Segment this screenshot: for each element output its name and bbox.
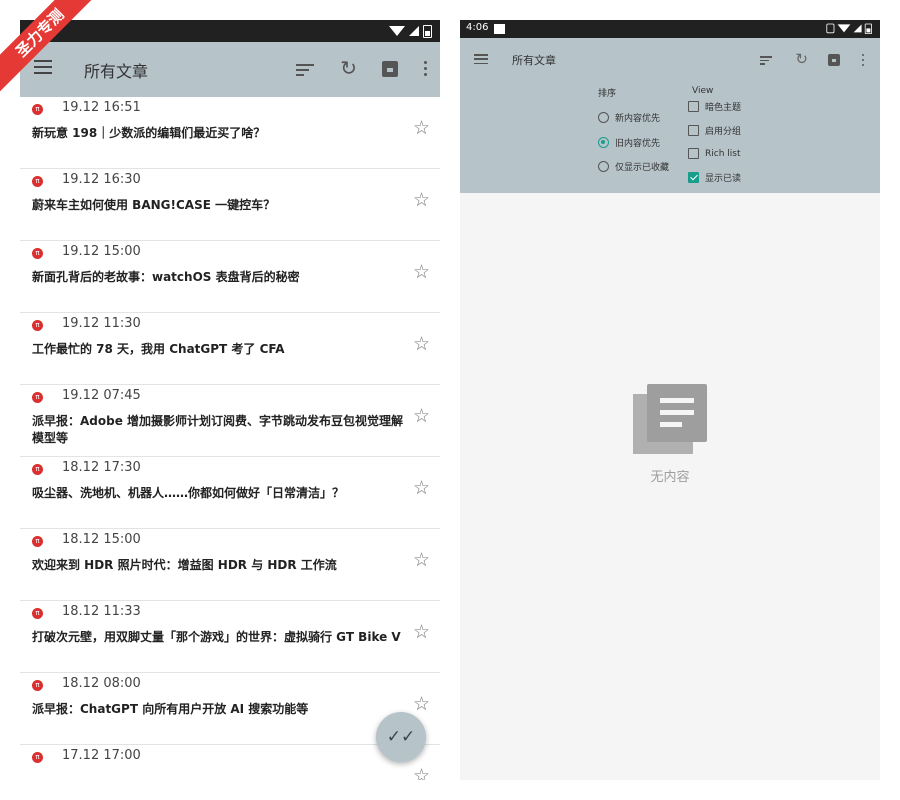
app-bar: 所有文章 ↻ (460, 38, 880, 83)
status-bar: 4:06 (460, 20, 880, 38)
view-header: View (692, 86, 714, 96)
wifi-icon (837, 24, 851, 33)
source-logo-icon: π (32, 320, 43, 331)
more-options-icon[interactable] (422, 61, 428, 76)
battery-icon (864, 23, 872, 34)
star-icon[interactable]: ☆ (413, 477, 430, 499)
source-logo-icon: π (32, 176, 43, 187)
sort-option-starred-only[interactable]: 仅显示已收藏 (598, 160, 669, 173)
list-item[interactable]: π 19.12 07:45 派早报：Adobe 增加摄影师计划订阅费、字节跳动发… (20, 385, 440, 457)
more-options-icon[interactable] (860, 54, 866, 66)
menu-icon[interactable] (34, 60, 52, 74)
archive-icon[interactable] (382, 61, 398, 77)
radio-button[interactable] (598, 112, 609, 123)
list-item[interactable]: π 18.12 17:30 吸尘器、洗地机、机器人……你都如何做好「日常清洁」？… (20, 457, 440, 529)
view-option-dark-theme[interactable]: 暗色主题 (688, 100, 741, 113)
refresh-icon[interactable]: ↻ (795, 50, 808, 68)
list-item[interactable]: π 18.12 11:33 打破次元壁，用双脚丈量「那个游戏」的世界：虚拟骑行 … (20, 601, 440, 673)
star-icon[interactable]: ☆ (413, 333, 430, 355)
view-option-show-read[interactable]: 显示已读 (688, 171, 741, 184)
notification-icon (494, 24, 505, 34)
wifi-icon (389, 26, 405, 36)
checkbox[interactable] (688, 101, 699, 112)
list-item[interactable]: π 18.12 15:00 欢迎来到 HDR 照片时代：增益图 HDR 与 HD… (20, 529, 440, 601)
star-icon[interactable]: ☆ (413, 405, 430, 427)
left-screen: 所有文章 ↻ π 19.12 16:51 新玩意 198｜少数派的编辑们最近买了… (20, 20, 440, 780)
source-logo-icon: π (32, 752, 43, 763)
mark-all-read-button[interactable]: ✓✓ (376, 712, 426, 762)
star-icon[interactable]: ☆ (413, 189, 430, 211)
article-title: 打破次元壁，用双脚丈量「那个游戏」的世界：虚拟骑行 GT Bike V (32, 630, 401, 644)
star-icon[interactable]: ☆ (413, 621, 430, 643)
article-title: 工作最忙的 78 天，我用 ChatGPT 考了 CFA (32, 342, 285, 356)
star-icon[interactable]: ☆ (413, 549, 430, 571)
star-icon[interactable]: ☆ (413, 261, 430, 283)
sort-icon[interactable] (296, 64, 314, 76)
filter-panel: 排序 View 新内容优先 旧内容优先 仅显示已收藏 暗色主题 启用分组 Ric… (460, 83, 880, 193)
star-icon[interactable]: ☆ (413, 693, 430, 715)
article-time: 19.12 11:30 (62, 316, 141, 331)
article-time: 18.12 08:00 (62, 676, 141, 691)
article-time: 19.12 15:00 (62, 244, 141, 259)
vibrate-icon (826, 23, 835, 34)
archive-icon[interactable] (828, 54, 840, 66)
star-icon[interactable]: ☆ (413, 765, 430, 780)
sort-icon[interactable] (760, 56, 772, 65)
source-logo-icon: π (32, 248, 43, 259)
source-logo-icon: π (32, 104, 43, 115)
article-title: 新玩意 198｜少数派的编辑们最近买了啥？ (32, 126, 266, 140)
source-logo-icon: π (32, 608, 43, 619)
star-icon[interactable]: ☆ (413, 117, 430, 139)
refresh-icon[interactable]: ↻ (340, 56, 357, 80)
list-item[interactable]: π 19.12 16:30 蔚来车主如何使用 BANG!CASE 一键控车？ ☆ (20, 169, 440, 241)
checkbox[interactable] (688, 148, 699, 159)
article-time: 19.12 07:45 (62, 388, 141, 403)
article-title: 新面孔背后的老故事：watchOS 表盘背后的秘密 (32, 270, 300, 284)
article-time: 19.12 16:30 (62, 172, 141, 187)
page-title: 所有文章 (512, 54, 556, 67)
double-check-icon: ✓✓ (386, 727, 416, 747)
article-time: 19.12 16:51 (62, 100, 141, 115)
sort-option-newest[interactable]: 新内容优先 (598, 111, 660, 124)
status-bar (20, 20, 440, 42)
list-item[interactable]: π 19.12 11:30 工作最忙的 78 天，我用 ChatGPT 考了 C… (20, 313, 440, 385)
checkbox-checked[interactable] (688, 172, 699, 183)
signal-icon (853, 24, 862, 33)
empty-state-text: 无内容 (650, 470, 690, 485)
list-item[interactable]: π 19.12 16:51 新玩意 198｜少数派的编辑们最近买了啥？ ☆ (20, 97, 440, 169)
checkbox[interactable] (688, 125, 699, 136)
radio-button[interactable] (598, 161, 609, 172)
right-screen: 4:06 所有文章 ↻ 排序 View 新内容优先 旧内容优先 仅显示已收藏 暗… (460, 20, 880, 780)
list-item[interactable]: π 17.12 17:00 ☆ (20, 745, 440, 780)
view-option-grouping[interactable]: 启用分组 (688, 124, 741, 137)
signal-icon (409, 26, 419, 36)
list-item[interactable]: π 19.12 15:00 新面孔背后的老故事：watchOS 表盘背后的秘密 … (20, 241, 440, 313)
article-title: 派早报：Adobe 增加摄影师计划订阅费、字节跳动发布豆包视觉理解模型等 (32, 414, 404, 445)
article-list: π 19.12 16:51 新玩意 198｜少数派的编辑们最近买了啥？ ☆ π … (20, 97, 440, 780)
source-logo-icon: π (32, 392, 43, 403)
source-logo-icon: π (32, 464, 43, 475)
menu-icon[interactable] (474, 54, 488, 64)
app-bar: 所有文章 ↻ (20, 42, 440, 97)
view-option-rich-list[interactable]: Rich list (688, 148, 741, 159)
article-time: 18.12 11:33 (62, 604, 141, 619)
source-logo-icon: π (32, 680, 43, 691)
battery-icon (423, 24, 432, 38)
article-title: 蔚来车主如何使用 BANG!CASE 一键控车？ (32, 198, 276, 212)
empty-library-icon (633, 384, 709, 454)
sort-header: 排序 (598, 89, 617, 99)
page-title: 所有文章 (84, 62, 149, 81)
article-time: 18.12 17:30 (62, 460, 141, 475)
source-logo-icon: π (32, 536, 43, 547)
radio-button-selected[interactable] (598, 137, 609, 148)
article-time: 17.12 17:00 (62, 748, 141, 763)
article-title: 欢迎来到 HDR 照片时代：增益图 HDR 与 HDR 工作流 (32, 558, 337, 572)
article-title: 吸尘器、洗地机、机器人……你都如何做好「日常清洁」？ (32, 486, 345, 500)
article-title: 派早报：ChatGPT 向所有用户开放 AI 搜索功能等 (32, 702, 309, 716)
status-time: 4:06 (466, 22, 489, 33)
sort-option-oldest[interactable]: 旧内容优先 (598, 136, 660, 149)
article-time: 18.12 15:00 (62, 532, 141, 547)
